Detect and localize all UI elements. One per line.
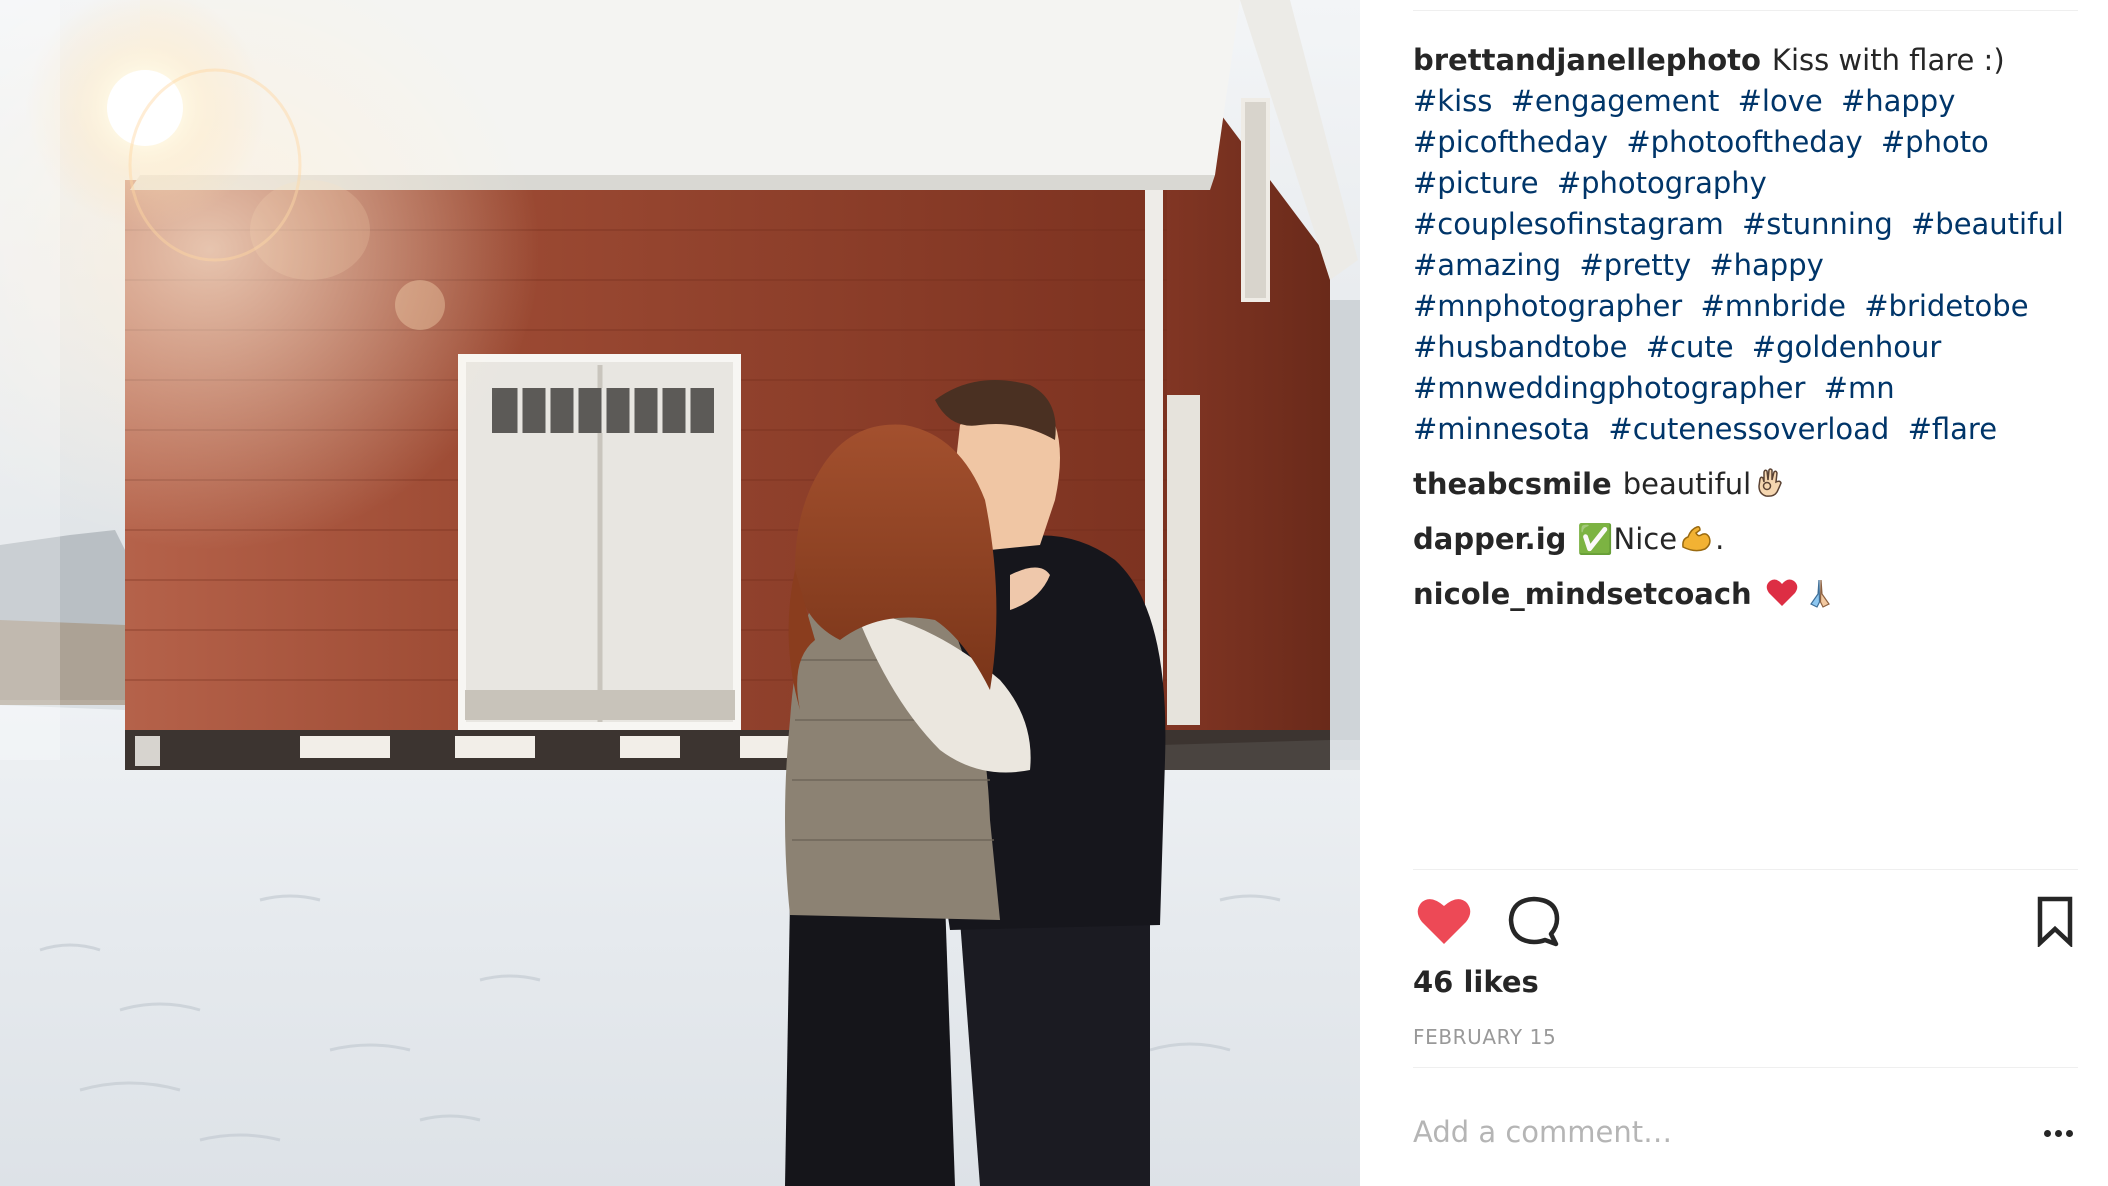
hashtag-link[interactable]: #mnphotographer bbox=[1413, 289, 1682, 323]
comment-row: theabcsmile beautiful bbox=[1413, 464, 2078, 505]
hashtag-link[interactable]: #cute bbox=[1646, 330, 1734, 364]
ok-hand-icon bbox=[1753, 466, 1787, 500]
hashtag-link[interactable]: #husbandtobe bbox=[1413, 330, 1628, 364]
bookmark-icon bbox=[2037, 896, 2073, 947]
hashtag-link[interactable]: #mn bbox=[1824, 371, 1895, 405]
hashtag-link[interactable]: #pretty bbox=[1579, 248, 1691, 282]
hashtag-link[interactable]: #picture bbox=[1413, 166, 1539, 200]
red-heart-icon bbox=[1765, 576, 1799, 610]
comment-author-link[interactable]: dapper.ig bbox=[1413, 522, 1566, 556]
hashtag-link[interactable]: #goldenhour bbox=[1752, 330, 1942, 364]
hashtag-link[interactable]: #amazing bbox=[1413, 248, 1561, 282]
hashtag-link[interactable]: #picoftheday bbox=[1413, 125, 1608, 159]
ellipsis-dot bbox=[2054, 1129, 2062, 1137]
hashtag-link[interactable]: #mnweddingphotographer bbox=[1413, 371, 1805, 405]
post-date[interactable]: FEBRUARY 15 bbox=[1413, 1025, 1556, 1049]
divider bbox=[1413, 10, 2078, 11]
folded-hands-icon bbox=[1803, 576, 1837, 610]
add-comment-input[interactable] bbox=[1413, 1110, 1973, 1154]
heart-filled-icon bbox=[1417, 899, 1471, 944]
hashtag-link[interactable]: #kiss bbox=[1413, 84, 1492, 118]
caption-hashtags: #kiss #engagement #love #happy #picofthe… bbox=[1413, 84, 2073, 446]
comment-button[interactable] bbox=[1503, 890, 1565, 952]
hashtag-link[interactable]: #cutenessoverload bbox=[1608, 412, 1889, 446]
hashtag-link[interactable]: #flare bbox=[1908, 412, 1997, 446]
caption-author-link[interactable]: brettandjanellephoto bbox=[1413, 43, 1761, 77]
comment-row: nicole_mindsetcoach bbox=[1413, 574, 2078, 615]
divider bbox=[1413, 1067, 2078, 1068]
post-sidebar: brettandjanellephoto Kiss with flare :) #… bbox=[1360, 0, 2108, 1186]
post-caption: brettandjanellephoto Kiss with flare :) #… bbox=[1413, 40, 2078, 450]
speech-bubble-icon bbox=[1508, 896, 1560, 947]
like-button[interactable] bbox=[1413, 890, 1475, 952]
more-options-button[interactable] bbox=[2038, 1118, 2078, 1148]
comment-text bbox=[1763, 577, 1839, 611]
comment-row: dapper.ig ✅Nice . bbox=[1413, 519, 2078, 560]
hashtag-link[interactable]: #photooftheday bbox=[1626, 125, 1862, 159]
hashtag-link[interactable]: #love bbox=[1738, 84, 1823, 118]
hashtag-link[interactable]: #mnbride bbox=[1700, 289, 1846, 323]
ellipsis-dot bbox=[2065, 1129, 2073, 1137]
hashtag-link[interactable]: #beautiful bbox=[1911, 207, 2064, 241]
comment-author-link[interactable]: nicole_mindsetcoach bbox=[1413, 577, 1752, 611]
hashtag-link[interactable]: #engagement bbox=[1511, 84, 1720, 118]
save-button[interactable] bbox=[2024, 890, 2086, 952]
hashtag-link[interactable]: #bridetobe bbox=[1864, 289, 2028, 323]
divider bbox=[1413, 869, 2078, 870]
hashtag-link[interactable]: #photo bbox=[1881, 125, 1989, 159]
hashtag-link[interactable]: #minnesota bbox=[1413, 412, 1590, 446]
hashtag-link[interactable]: #happy bbox=[1841, 84, 1955, 118]
likes-count[interactable]: 46 likes bbox=[1413, 965, 1539, 999]
post-photo[interactable] bbox=[0, 0, 1360, 1186]
comments-section: brettandjanellephoto Kiss with flare :) #… bbox=[1413, 40, 2078, 615]
comment-text: beautiful bbox=[1623, 467, 1789, 501]
comment-author-link[interactable]: theabcsmile bbox=[1413, 467, 1612, 501]
hashtag-link[interactable]: #happy bbox=[1709, 248, 1823, 282]
hashtag-link[interactable]: #couplesofinstagram bbox=[1413, 207, 1724, 241]
flexed-biceps-icon bbox=[1679, 521, 1713, 555]
hashtag-link[interactable]: #photography bbox=[1557, 166, 1767, 200]
caption-text: Kiss with flare :) bbox=[1771, 43, 2005, 77]
comment-text: ✅Nice . bbox=[1577, 521, 1725, 556]
post-image bbox=[0, 0, 1360, 1186]
hashtag-link[interactable]: #stunning bbox=[1742, 207, 1893, 241]
ellipsis-icon bbox=[2043, 1129, 2051, 1137]
post-actions bbox=[1413, 890, 2078, 952]
